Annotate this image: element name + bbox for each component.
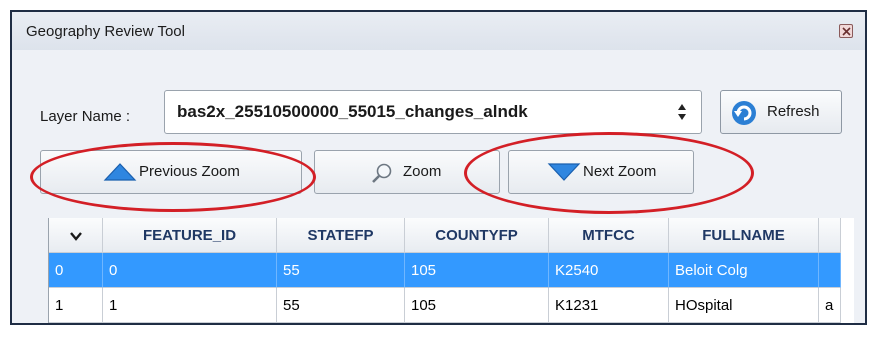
column-header[interactable]: FEATURE_ID <box>103 218 277 253</box>
feature-id-cell: 1 <box>103 288 277 323</box>
table-header: FEATURE_ID STATEFP COUNTYFP MTFCC FULLNA… <box>49 218 841 253</box>
refresh-icon <box>732 101 756 125</box>
previous-zoom-highlight <box>30 142 316 212</box>
statefp-cell: 55 <box>277 288 405 323</box>
select-arrows-icon <box>678 104 686 120</box>
next-zoom-highlight <box>464 132 754 214</box>
countyfp-cell: 105 <box>405 288 549 323</box>
fullname-cell: HOspital <box>669 288 819 323</box>
column-header[interactable]: FULLNAME <box>669 218 819 253</box>
layer-select[interactable]: bas2x_25510500000_55015_changes_alndk <box>164 90 702 134</box>
countyfp-cell: 105 <box>405 253 549 288</box>
row-index: 0 <box>49 253 103 288</box>
title-bar: Geography Review Tool <box>12 12 865 50</box>
chevron-down-icon <box>69 232 82 241</box>
feature-id-cell: 0 <box>103 253 277 288</box>
mtfcc-cell: K1231 <box>549 288 669 323</box>
window-title: Geography Review Tool <box>26 23 185 40</box>
table-row[interactable]: 1 1 55 105 K1231 HOspital a <box>49 288 841 323</box>
table-row[interactable]: 0 0 55 105 K2540 Beloit Colg <box>49 253 841 288</box>
geography-review-window: Geography Review Tool Layer Name : bas2x… <box>10 10 867 325</box>
column-header[interactable]: COUNTYFP <box>405 218 549 253</box>
fullname-cell: Beloit Colg <box>669 253 819 288</box>
mtfcc-cell: K2540 <box>549 253 669 288</box>
zoom-label: Zoom <box>403 163 442 180</box>
layer-select-value: bas2x_25510500000_55015_changes_alndk <box>177 102 528 121</box>
column-header-index[interactable] <box>49 218 103 253</box>
close-icon <box>842 27 851 36</box>
layer-name-label: Layer Name : <box>40 108 131 125</box>
column-header[interactable]: STATEFP <box>277 218 405 253</box>
column-header[interactable]: MTFCC <box>549 218 669 253</box>
statefp-cell: 55 <box>277 253 405 288</box>
close-button[interactable] <box>839 24 853 38</box>
extra-cell <box>819 253 841 288</box>
magnifier-icon <box>372 163 392 183</box>
column-header <box>819 218 841 253</box>
refresh-button[interactable]: Refresh <box>720 90 842 134</box>
features-table: FEATURE_ID STATEFP COUNTYFP MTFCC FULLNA… <box>48 218 854 323</box>
refresh-label: Refresh <box>767 103 820 120</box>
extra-cell: a <box>819 288 841 323</box>
row-index: 1 <box>49 288 103 323</box>
